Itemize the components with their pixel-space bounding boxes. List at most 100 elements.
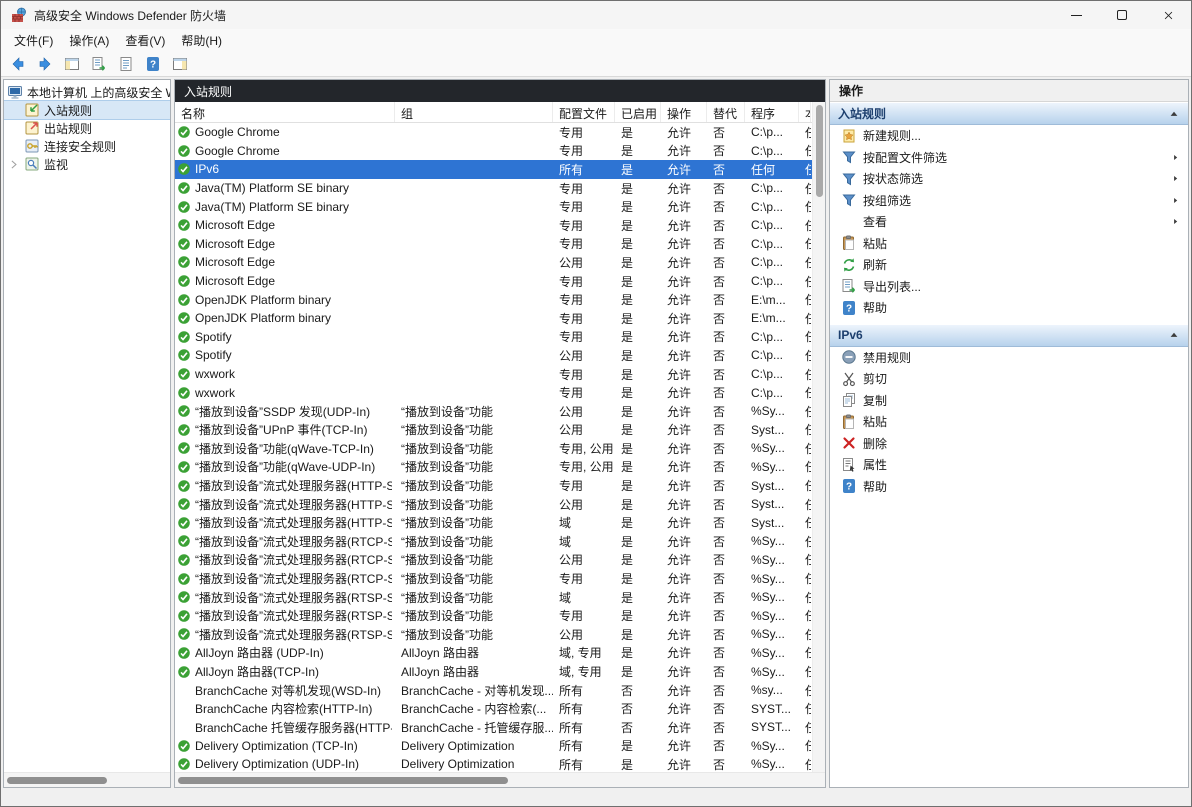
help-button[interactable]: ? (141, 53, 165, 75)
rule-enabled-icon (177, 255, 191, 269)
forward-button[interactable] (33, 53, 57, 75)
rule-row[interactable]: OpenJDK Platform binary 专用 是 允许 否 E:\m... 任 (175, 309, 812, 328)
tree-item-outbound-rules[interactable]: 出站规则 (4, 119, 170, 137)
action-disable-rule[interactable]: 禁用规则 (830, 347, 1188, 369)
delete-icon (841, 435, 857, 451)
cell-name: IPv6 (175, 160, 395, 179)
rule-row[interactable]: Java(TM) Platform SE binary 专用 是 允许 否 C:\p...… (175, 179, 812, 198)
section-header-selected-rule[interactable]: IPv6 (830, 324, 1188, 347)
action-copy[interactable]: 复制 (830, 390, 1188, 412)
collapse-icon[interactable] (1168, 108, 1180, 120)
rule-row[interactable]: Google Chrome 专用 是 允许 否 C:\p... 任 (175, 123, 812, 142)
show-console-tree-button[interactable] (60, 53, 84, 75)
menu-help[interactable]: 帮助(H) (173, 29, 230, 52)
rule-row[interactable]: Microsoft Edge 公用 是 允许 否 C:\p... 任 (175, 253, 812, 272)
tree-item-monitoring[interactable]: 监视 (4, 155, 170, 173)
rule-row[interactable]: AllJoyn 路由器 (UDP-In) AllJoyn 路由器 域, 专用 是 允许 否… (175, 644, 812, 663)
rule-row[interactable]: “播放到设备”UPnP 事件(TCP-In) “播放到设备”功能 公用 是 允许 否 Sys… (175, 421, 812, 440)
rule-row[interactable]: Spotify 公用 是 允许 否 C:\p... 任 (175, 346, 812, 365)
column-header-name[interactable]: 名称 (175, 102, 395, 122)
cell-action: 允许 (667, 497, 692, 512)
rule-row[interactable]: wxwork 专用 是 允许 否 C:\p... 任 (175, 383, 812, 402)
column-header-action[interactable]: 操作 (661, 102, 707, 122)
close-button[interactable] (1145, 1, 1191, 29)
rule-row[interactable]: “播放到设备”流式处理服务器(HTTP-Stre... “播放到设备”功能 专用 是 允… (175, 476, 812, 495)
rule-row[interactable]: “播放到设备”流式处理服务器(RTSP-Stre... “播放到设备”功能 域 是 允许… (175, 588, 812, 607)
rule-row[interactable]: IPv6 所有 是 允许 否 任何 任 (175, 160, 812, 179)
action-new-rule[interactable]: 新建规则... (830, 125, 1188, 147)
rule-row[interactable]: “播放到设备”流式处理服务器(RTSP-Stre... “播放到设备”功能 专用 是 允… (175, 606, 812, 625)
expand-chevron-icon[interactable] (7, 158, 20, 171)
rule-row[interactable]: “播放到设备”功能(qWave-TCP-In) “播放到设备”功能 专用, 公用是 允… (175, 439, 812, 458)
column-header-profile[interactable]: 配置文件 (553, 102, 615, 122)
action-export-list[interactable]: 导出列表... (830, 276, 1188, 298)
column-header-enabled[interactable]: 已启用 (615, 102, 661, 122)
rule-row[interactable]: BranchCache 对等机发现(WSD-In) BranchCache - 对… (175, 681, 812, 700)
rule-row[interactable]: AllJoyn 路由器(TCP-In) AllJoyn 路由器 域, 专用 是 允许 否%… (175, 662, 812, 681)
show-action-pane-button[interactable] (168, 53, 192, 75)
rule-row[interactable]: Google Chrome 专用 是 允许 否 C:\p... 任 (175, 142, 812, 161)
rule-row[interactable]: Microsoft Edge 专用 是 允许 否 C:\p... 任 (175, 216, 812, 235)
action-filter-by-state[interactable]: 按状态筛选 (830, 168, 1188, 190)
rule-row[interactable]: Delivery Optimization (TCP-In) Delivery O… (175, 737, 812, 756)
rule-row[interactable]: “播放到设备”流式处理服务器(HTTP-Stre... “播放到设备”功能 公用 是 允… (175, 495, 812, 514)
rule-row[interactable]: “播放到设备”流式处理服务器(RTSP-Stre... “播放到设备”功能 公用 是 允… (175, 625, 812, 644)
rule-row[interactable]: Microsoft Edge 专用 是 允许 否 C:\p... 任 (175, 272, 812, 291)
scrollbar-thumb[interactable] (7, 777, 107, 784)
action-delete[interactable]: 删除 (830, 433, 1188, 455)
column-header-local-address[interactable]: 本 (799, 102, 811, 122)
action-view[interactable]: 查看 (830, 211, 1188, 233)
export-list-button[interactable] (87, 53, 111, 75)
rule-row[interactable]: BranchCache 内容检索(HTTP-In) BranchCache - 内… (175, 699, 812, 718)
menu-file[interactable]: 文件(F) (6, 29, 61, 52)
rule-row[interactable]: Java(TM) Platform SE binary 专用 是 允许 否 C:\p...… (175, 197, 812, 216)
column-header-override[interactable]: 替代 (707, 102, 745, 122)
minimize-button[interactable] (1053, 1, 1099, 29)
column-header-program[interactable]: 程序 (745, 102, 799, 122)
rule-row[interactable]: Spotify 专用 是 允许 否 C:\p... 任 (175, 328, 812, 347)
action-filter-by-group[interactable]: 按组筛选 (830, 190, 1188, 212)
maximize-button[interactable] (1099, 1, 1145, 29)
tree-horizontal-scrollbar[interactable] (4, 772, 170, 787)
action-cut[interactable]: 剪切 (830, 368, 1188, 390)
rule-row[interactable]: “播放到设备”流式处理服务器(RTCP-Stre... “播放到设备”功能 公用 是 允… (175, 551, 812, 570)
rules-horizontal-scrollbar[interactable] (175, 772, 825, 787)
tree-item-connection-security-rules[interactable]: 连接安全规则 (4, 137, 170, 155)
menu-view[interactable]: 查看(V) (117, 29, 173, 52)
rule-enabled-icon (177, 516, 191, 530)
action-help-selected[interactable]: ? 帮助 (830, 476, 1188, 498)
action-help[interactable]: ? 帮助 (830, 297, 1188, 319)
back-button[interactable] (6, 53, 30, 75)
action-properties[interactable]: 属性 (830, 454, 1188, 476)
action-filter-by-profile[interactable]: 按配置文件筛选 (830, 147, 1188, 169)
menu-action[interactable]: 操作(A) (61, 29, 117, 52)
rule-row[interactable]: “播放到设备”流式处理服务器(RTCP-Stre... “播放到设备”功能 专用 是 允… (175, 569, 812, 588)
rule-row[interactable]: OpenJDK Platform binary 专用 是 允许 否 E:\m... 任 (175, 290, 812, 309)
rule-row[interactable]: wxwork 专用 是 允许 否 C:\p... 任 (175, 365, 812, 384)
rule-row[interactable]: “播放到设备”SSDP 发现(UDP-In) “播放到设备”功能 公用 是 允许 否 %Sy… (175, 402, 812, 421)
rule-enabled-icon (177, 162, 191, 176)
tree-root-item[interactable]: 本地计算机 上的高级安全 Win (4, 83, 170, 101)
action-refresh[interactable]: 刷新 (830, 254, 1188, 276)
properties-button[interactable] (114, 53, 138, 75)
rule-row[interactable]: “播放到设备”流式处理服务器(HTTP-Stre... “播放到设备”功能 域 是 允许… (175, 513, 812, 532)
column-header-group[interactable]: 组 (395, 102, 553, 122)
rules-vertical-scrollbar[interactable] (812, 102, 825, 772)
rule-row[interactable]: “播放到设备”流式处理服务器(RTCP-Stre... “播放到设备”功能 域 是 允许… (175, 532, 812, 551)
rule-row[interactable]: “播放到设备”功能(qWave-UDP-In) “播放到设备”功能 专用, 公用是 允… (175, 458, 812, 477)
rule-row[interactable]: Microsoft Edge 专用 是 允许 否 C:\p... 任 (175, 235, 812, 254)
scrollbar-thumb[interactable] (178, 777, 508, 784)
scrollbar-thumb[interactable] (816, 105, 823, 197)
rule-row[interactable]: BranchCache 托管缓存服务器(HTTP-In) BranchCache … (175, 718, 812, 737)
cell-name: Microsoft Edge (175, 216, 395, 235)
section-header-inbound-rules[interactable]: 入站规则 (830, 103, 1188, 125)
cell-enabled: 是 (621, 162, 634, 177)
rule-row[interactable]: Delivery Optimization (UDP-In) Delivery O… (175, 755, 812, 772)
action-paste-rule[interactable]: 粘贴 (830, 411, 1188, 433)
cell-name: “播放到设备”流式处理服务器(RTSP-Stre... (175, 588, 395, 607)
action-paste[interactable]: 粘贴 (830, 233, 1188, 255)
new-rule-icon (841, 128, 857, 144)
cell-name: “播放到设备”流式处理服务器(HTTP-Stre... (175, 476, 395, 495)
tree-item-inbound-rules[interactable]: 入站规则 (4, 100, 170, 120)
collapse-icon[interactable] (1168, 329, 1180, 341)
